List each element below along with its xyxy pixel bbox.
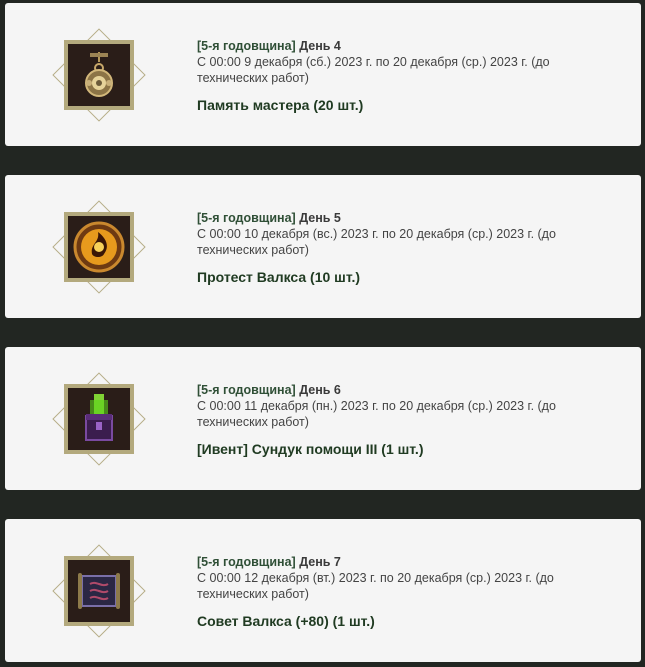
- item-frame[interactable]: [64, 40, 134, 110]
- reward-card: [5-я годовщина] День 7 С 00:00 12 декабр…: [5, 519, 641, 662]
- item-frame[interactable]: [64, 212, 134, 282]
- item-icon-wrap: [52, 200, 146, 294]
- event-title: [5-я годовщина] День 7: [197, 554, 597, 570]
- event-title: [5-я годовщина] День 6: [197, 382, 597, 398]
- reward-card: [5-я годовщина] День 4 С 00:00 9 декабря…: [5, 3, 641, 146]
- scroll-icon: [78, 573, 120, 609]
- event-title: [5-я годовщина] День 4: [197, 38, 597, 54]
- event-day: День 4: [299, 39, 341, 53]
- item-icon-wrap: [52, 28, 146, 122]
- reward-name: [Ивент] Сундук помощи III (1 шт.): [197, 441, 424, 457]
- event-day: День 5: [299, 211, 341, 225]
- event-tag: [5-я годовщина]: [197, 383, 296, 397]
- fire-orb-icon: [73, 221, 125, 273]
- amulet-icon: [85, 52, 113, 97]
- event-dates: С 00:00 10 декабря (вс.) 2023 г. по 20 д…: [197, 227, 556, 257]
- reward-list: [5-я годовщина] День 4 С 00:00 9 декабря…: [0, 0, 645, 667]
- event-dates: С 00:00 11 декабря (пн.) 2023 г. по 20 д…: [197, 399, 556, 429]
- event-dates: С 00:00 9 декабря (сб.) 2023 г. по 20 де…: [197, 55, 550, 85]
- event-tag: [5-я годовщина]: [197, 39, 296, 53]
- event-dates: С 00:00 12 декабря (вт.) 2023 г. по 20 д…: [197, 571, 554, 601]
- event-tag: [5-я годовщина]: [197, 555, 296, 569]
- reward-name: Память мастера (20 шт.): [197, 97, 364, 113]
- chest-icon: [85, 394, 113, 441]
- item-icon-wrap: [52, 544, 146, 638]
- reward-name: Совет Валкса (+80) (1 шт.): [197, 613, 375, 629]
- event-day: День 6: [299, 383, 341, 397]
- item-frame[interactable]: [64, 556, 134, 626]
- item-icon-wrap: [52, 372, 146, 466]
- reward-name: Протест Валкса (10 шт.): [197, 269, 361, 285]
- event-title: [5-я годовщина] День 5: [197, 210, 597, 226]
- event-tag: [5-я годовщина]: [197, 211, 296, 225]
- reward-card: [5-я годовщина] День 6 С 00:00 11 декабр…: [5, 347, 641, 490]
- item-frame[interactable]: [64, 384, 134, 454]
- event-day: День 7: [299, 555, 341, 569]
- reward-card: [5-я годовщина] День 5 С 00:00 10 декабр…: [5, 175, 641, 318]
